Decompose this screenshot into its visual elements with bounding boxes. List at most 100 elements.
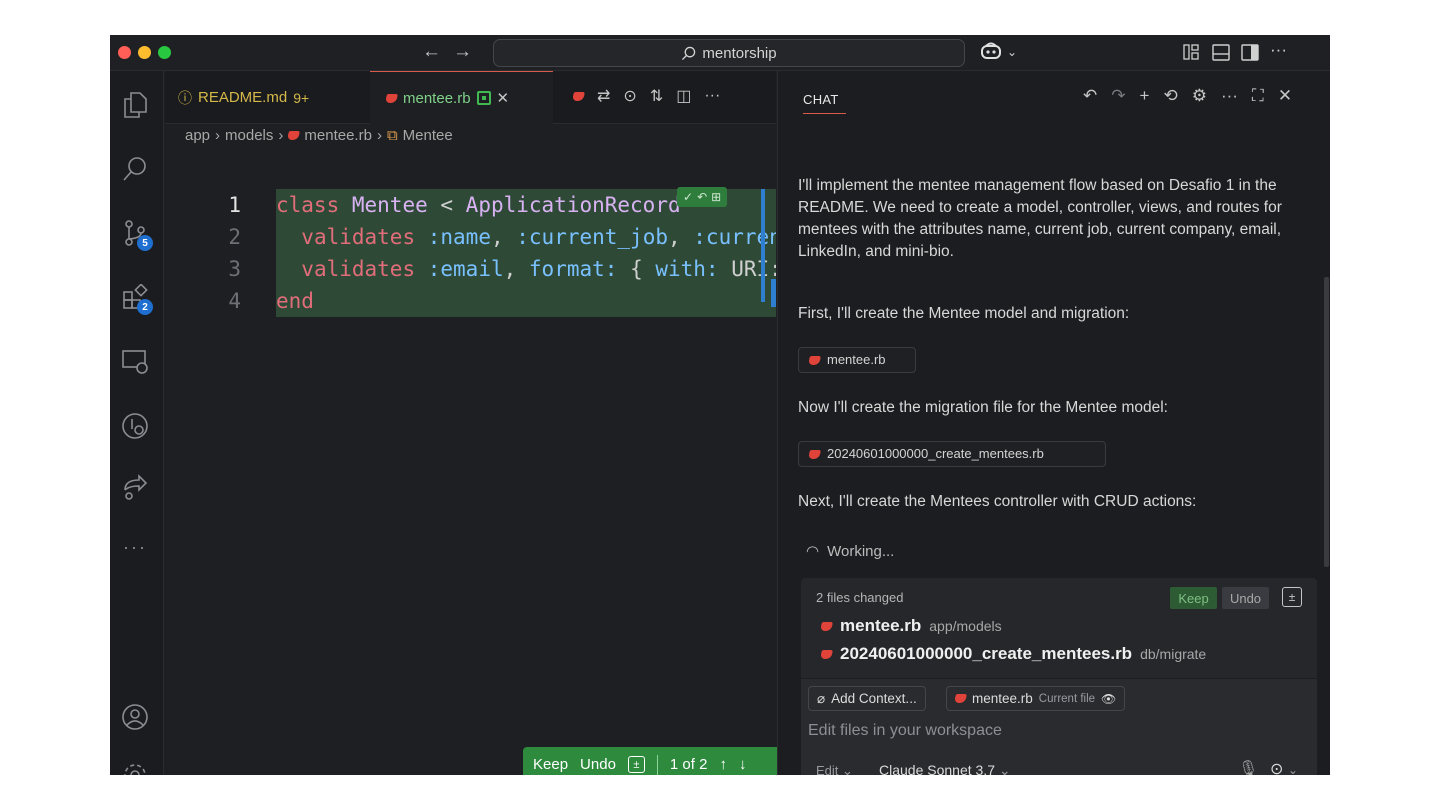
more-icon[interactable]: ··· bbox=[1221, 86, 1238, 106]
record-icon[interactable]: ⊙ bbox=[623, 86, 636, 106]
editor-actions: ⇄ ⊙ ⇅ ◫ ··· bbox=[572, 86, 720, 106]
tab-label: README.md bbox=[198, 89, 288, 106]
manage-gear-icon[interactable]: 1 bbox=[119, 759, 151, 775]
compare-changes-icon[interactable]: ⇄ bbox=[597, 86, 610, 106]
chat-input[interactable]: Edit files in your workspace bbox=[808, 722, 1002, 740]
undo-all-button[interactable]: Undo bbox=[1222, 587, 1269, 609]
breadcrumb: app › models › mentee.rb › ⧉ Mentee bbox=[185, 127, 453, 144]
line-number: 2 bbox=[228, 225, 241, 249]
copilot-icon[interactable] bbox=[980, 41, 1002, 66]
view-diff-icon[interactable]: ± bbox=[1282, 587, 1302, 607]
breadcrumb-item[interactable]: app bbox=[185, 127, 210, 144]
run-ruby-icon[interactable] bbox=[572, 91, 585, 101]
copilot-menu-chevron-icon[interactable]: ⌄ bbox=[1007, 45, 1017, 59]
keep-button[interactable]: Keep bbox=[533, 756, 568, 773]
source-control-icon[interactable]: 5 bbox=[119, 217, 153, 251]
maximize-icon[interactable]: ⛶ bbox=[1252, 86, 1264, 106]
class-symbol-icon: ⧉ bbox=[386, 127, 398, 144]
undo-button[interactable]: Undo bbox=[580, 756, 616, 773]
remote-explorer-icon[interactable] bbox=[119, 346, 151, 378]
next-change-icon[interactable]: ↓ bbox=[739, 756, 747, 773]
assistant-message: First, I'll create the Mentee model and … bbox=[798, 305, 1130, 322]
github-actions-icon[interactable] bbox=[119, 410, 151, 442]
undo-icon[interactable]: ↶ bbox=[1083, 86, 1097, 106]
command-center-search[interactable]: mentorship bbox=[493, 39, 965, 67]
title-bar: ← → mentorship ⌄ ··· bbox=[110, 35, 1330, 71]
more-views-icon[interactable]: ··· bbox=[119, 531, 151, 563]
open-changes-icon[interactable]: ⇅ bbox=[650, 86, 663, 106]
back-arrow-icon[interactable]: ← bbox=[422, 41, 441, 63]
extensions-icon[interactable]: 2 bbox=[119, 281, 153, 315]
explorer-icon[interactable] bbox=[119, 89, 151, 121]
history-icon[interactable]: ⟲ bbox=[1163, 86, 1177, 106]
spinner-icon: ◠ bbox=[806, 543, 820, 560]
current-file-context[interactable]: mentee.rb Current file 👁 bbox=[946, 686, 1126, 711]
breadcrumb-item[interactable]: models bbox=[225, 127, 273, 144]
info-icon: ⓘ bbox=[178, 89, 192, 106]
undo-change-icon[interactable]: ↶ bbox=[697, 190, 707, 204]
command-center-label: mentorship bbox=[702, 44, 777, 62]
accept-change-icon[interactable]: ✓ bbox=[683, 190, 693, 204]
send-button[interactable]: ⊙ ⌄ bbox=[1270, 759, 1298, 775]
chat-input-box: ⌀ Add Context... mentee.rb Current file … bbox=[801, 679, 1317, 775]
previous-change-icon[interactable]: ↑ bbox=[719, 756, 727, 773]
forward-arrow-icon[interactable]: → bbox=[453, 41, 472, 63]
chat-scrollbar[interactable] bbox=[1324, 277, 1329, 567]
scroll-marker bbox=[771, 279, 776, 307]
divider bbox=[656, 754, 658, 775]
live-share-icon[interactable] bbox=[119, 471, 151, 503]
changed-files-panel: 2 files changed Keep Undo ± mentee.rb ap… bbox=[801, 578, 1317, 678]
more-editor-actions-icon[interactable]: ··· bbox=[704, 87, 720, 105]
changed-file-row[interactable]: 20240601000000_create_mentees.rb db/migr… bbox=[820, 644, 1206, 664]
customize-layout-icon[interactable] bbox=[1183, 44, 1199, 63]
file-chip[interactable]: 20240601000000_create_mentees.rb bbox=[798, 441, 1106, 467]
chat-panel: CHAT ↶ ↷ + ⟲ ⚙ ··· ⛶ ✕ I'll implement th… bbox=[777, 71, 1330, 775]
minimize-window-button[interactable] bbox=[138, 46, 151, 59]
close-window-button[interactable] bbox=[118, 46, 131, 59]
tab-readme[interactable]: ⓘ README.md 9+ bbox=[178, 71, 309, 124]
model-picker[interactable]: Claude Sonnet 3.7 ⌄ bbox=[879, 762, 1011, 775]
more-actions-icon[interactable]: ··· bbox=[1270, 40, 1287, 60]
activity-bar: 5 2 ··· 1 bbox=[110, 71, 164, 775]
split-editor-icon[interactable]: ◫ bbox=[676, 86, 691, 106]
diff-toggle-icon[interactable]: ⊞ bbox=[711, 190, 721, 204]
changed-file-row[interactable]: mentee.rb app/models bbox=[820, 616, 1002, 636]
search-icon[interactable] bbox=[119, 153, 151, 185]
code-text: validates :email, format: { with: URI::M… bbox=[276, 253, 776, 285]
toggle-diff-icon[interactable]: ± bbox=[627, 756, 645, 773]
line-number: 3 bbox=[228, 257, 241, 281]
file-chip-label: 20240601000000_create_mentees.rb bbox=[827, 446, 1044, 461]
settings-gear-icon[interactable]: ⚙ bbox=[1192, 86, 1207, 106]
file-chip-label: mentee.rb bbox=[827, 352, 886, 367]
paperclip-icon: ⌀ bbox=[817, 690, 826, 706]
code-line[interactable]: 3 validates :email, format: { with: URI:… bbox=[165, 253, 776, 285]
close-tab-icon[interactable]: ✕ bbox=[497, 89, 510, 107]
close-icon[interactable]: ✕ bbox=[1278, 86, 1292, 106]
redo-icon[interactable]: ↷ bbox=[1111, 86, 1125, 106]
accounts-icon[interactable] bbox=[119, 701, 151, 733]
toggle-secondary-sidebar-icon[interactable] bbox=[1241, 44, 1259, 66]
pending-edits-icon bbox=[476, 91, 491, 105]
model-label: Claude Sonnet 3.7 bbox=[879, 762, 995, 775]
tab-mentee[interactable]: mentee.rb ✕ bbox=[370, 71, 553, 124]
ruby-file-icon bbox=[820, 621, 833, 631]
assistant-message: Next, I'll create the Mentees controller… bbox=[798, 493, 1197, 510]
ruby-file-icon bbox=[954, 694, 967, 703]
code-line[interactable]: 4 end bbox=[165, 285, 776, 317]
keep-all-button[interactable]: Keep bbox=[1170, 587, 1217, 609]
toggle-panel-icon[interactable] bbox=[1212, 44, 1230, 66]
chevron-right-icon: › bbox=[376, 127, 382, 144]
microphone-icon[interactable]: 🎙 bbox=[1238, 759, 1258, 775]
breadcrumb-item[interactable]: Mentee bbox=[403, 127, 453, 144]
zoom-window-button[interactable] bbox=[158, 46, 171, 59]
changed-file-path: app/models bbox=[929, 618, 1002, 634]
add-context-button[interactable]: ⌀ Add Context... bbox=[808, 686, 926, 711]
new-chat-icon[interactable]: + bbox=[1140, 86, 1150, 106]
chat-title[interactable]: CHAT bbox=[803, 92, 839, 107]
file-chip[interactable]: mentee.rb bbox=[798, 347, 916, 373]
breadcrumb-item[interactable]: mentee.rb bbox=[304, 127, 372, 144]
mode-picker[interactable]: Edit ⌄ bbox=[816, 763, 853, 775]
eye-icon[interactable]: 👁 bbox=[1101, 692, 1116, 706]
code-line[interactable]: 2 validates :name, :current_job, :curren… bbox=[165, 221, 776, 253]
line-number: 4 bbox=[228, 289, 241, 313]
